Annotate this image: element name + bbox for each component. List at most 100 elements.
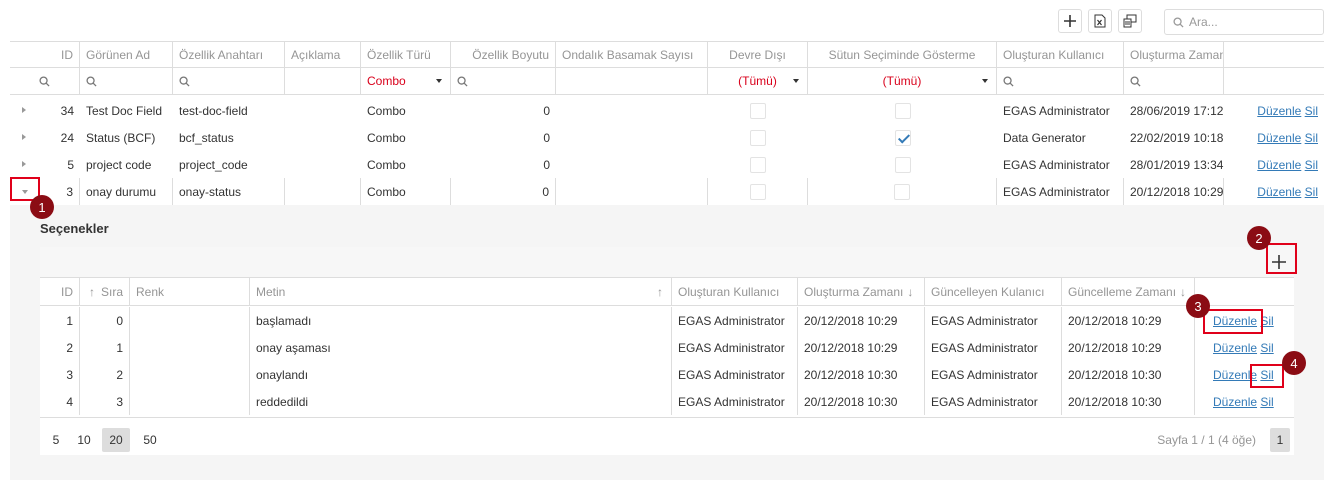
table-row[interactable]: 4 3 reddedildi EGAS Administrator 20/12/… bbox=[40, 388, 1294, 415]
cell-id: 2 bbox=[40, 334, 80, 361]
options-grid: ID ↑ Sıra Renk Metin ↑ Oluşturan Kullanı… bbox=[40, 277, 1294, 455]
filter-created[interactable] bbox=[1124, 68, 1224, 94]
filter-disabled[interactable]: (Tümü) bbox=[708, 68, 808, 94]
delete-link[interactable]: Sil bbox=[1260, 395, 1273, 409]
table-row[interactable]: 5 project code project_code Combo 0 EGAS… bbox=[10, 151, 1324, 178]
table-row[interactable]: 24 Status (BCF) bcf_status Combo 0 Data … bbox=[10, 124, 1324, 151]
col-header-display-name[interactable]: Görünen Ad bbox=[80, 42, 173, 67]
sort-asc-icon: ↑ bbox=[88, 284, 95, 299]
filter-creator[interactable] bbox=[997, 68, 1124, 94]
cell-property-size: 0 bbox=[543, 157, 550, 172]
edit-link[interactable]: Düzenle bbox=[1257, 158, 1301, 172]
delete-link[interactable]: Sil bbox=[1305, 185, 1318, 199]
col-header-order[interactable]: ↑ Sıra bbox=[80, 278, 130, 305]
cell-color bbox=[130, 334, 250, 361]
filter-disabled-value: (Tümü) bbox=[738, 74, 777, 88]
cell-creator: EGAS Administrator bbox=[672, 361, 798, 388]
col-header-hide-in-chooser[interactable]: Sütun Seçiminde Gösterme bbox=[808, 42, 997, 67]
cell-id: 34 bbox=[60, 103, 74, 118]
sort-desc-icon: ↓ bbox=[907, 284, 914, 299]
hide-checkbox bbox=[894, 102, 911, 119]
col-header-disabled[interactable]: Devre Dışı bbox=[708, 42, 808, 67]
edit-link[interactable]: Düzenle bbox=[1257, 131, 1301, 145]
grid-search-box[interactable] bbox=[1164, 9, 1324, 35]
edit-link[interactable]: Düzenle bbox=[1257, 185, 1301, 199]
excel-export-icon bbox=[1094, 14, 1106, 28]
col-header-created[interactable]: Oluşturma Zamanı bbox=[1124, 42, 1224, 67]
filter-display-name[interactable] bbox=[80, 68, 173, 94]
add-row-button[interactable] bbox=[1058, 9, 1082, 33]
cell-decimals bbox=[556, 124, 708, 151]
filter-decimals[interactable] bbox=[556, 68, 708, 94]
cell-actions: Düzenle Sil bbox=[1224, 97, 1324, 124]
filter-property-size[interactable] bbox=[451, 68, 556, 94]
col-header-color[interactable]: Renk bbox=[130, 278, 250, 305]
cell-disabled bbox=[708, 151, 808, 178]
col-header-id[interactable]: ID bbox=[10, 42, 80, 67]
cell-order: 2 bbox=[80, 361, 130, 388]
cell-property-type: Combo bbox=[361, 178, 451, 205]
detail-panel: Seçenekler ID ↑ Sıra Renk Metin ↑ Oluştu… bbox=[10, 205, 1324, 480]
page-size-option[interactable]: 5 bbox=[44, 428, 68, 452]
col-header-updated[interactable]: Güncelleme Zamanı ↓ bbox=[1062, 278, 1195, 305]
filter-id[interactable] bbox=[10, 68, 80, 94]
hide-checkbox bbox=[894, 183, 910, 200]
col-header-property-type[interactable]: Özellik Türü bbox=[361, 42, 451, 67]
grid-filter-row: Combo (Tümü) (Tümü) bbox=[10, 68, 1324, 95]
page-size-option-selected[interactable]: 20 bbox=[102, 428, 130, 452]
filter-hide-in-chooser[interactable]: (Tümü) bbox=[808, 68, 997, 94]
table-row[interactable]: 1 0 başlamadı EGAS Administrator 20/12/2… bbox=[40, 307, 1294, 334]
col-header-creator[interactable]: Oluşturan Kullanıcı bbox=[997, 42, 1124, 67]
col-header-description[interactable]: Açıklama bbox=[285, 42, 361, 67]
page-size-option[interactable]: 50 bbox=[138, 428, 162, 452]
cell-actions: Düzenle Sil bbox=[1224, 178, 1324, 205]
cell-text: reddedildi bbox=[250, 388, 672, 415]
table-row[interactable]: 2 1 onay aşaması EGAS Administrator 20/1… bbox=[40, 334, 1294, 361]
edit-link[interactable]: Düzenle bbox=[1213, 395, 1257, 409]
disabled-checkbox bbox=[750, 156, 766, 173]
cell-property-size: 0 bbox=[451, 178, 556, 205]
col-header-property-key[interactable]: Özellik Anahtarı bbox=[173, 42, 285, 67]
col-header-decimals[interactable]: Ondalık Basamak Sayısı bbox=[556, 42, 708, 67]
cell-created: 28/01/2019 13:34 bbox=[1130, 157, 1224, 172]
column-chooser-icon bbox=[1123, 14, 1137, 28]
table-row[interactable]: 34 Test Doc Field test-doc-field Combo 0… bbox=[10, 97, 1324, 124]
col-header-creator[interactable]: Oluşturan Kullanıcı bbox=[672, 278, 798, 305]
delete-link[interactable]: Sil bbox=[1260, 341, 1273, 355]
filter-hide-value: (Tümü) bbox=[882, 74, 922, 88]
cell-color bbox=[130, 307, 250, 334]
filter-description[interactable] bbox=[285, 68, 361, 94]
table-row-expanded[interactable]: 3 onay durumu onay-status Combo 0 EGAS A… bbox=[10, 178, 1324, 205]
delete-link[interactable]: Sil bbox=[1305, 104, 1318, 118]
edit-link[interactable]: Düzenle bbox=[1257, 104, 1301, 118]
edit-link[interactable]: Düzenle bbox=[1213, 341, 1257, 355]
search-input[interactable] bbox=[1189, 14, 1319, 30]
cell-property-type: Combo bbox=[367, 157, 406, 172]
page-size-option[interactable]: 10 bbox=[72, 428, 96, 452]
column-chooser-button[interactable] bbox=[1118, 9, 1142, 33]
cell-id: 4 bbox=[40, 388, 80, 415]
cell-color bbox=[130, 361, 250, 388]
filter-property-type[interactable]: Combo bbox=[361, 68, 451, 94]
page-number-button[interactable]: 1 bbox=[1270, 428, 1290, 452]
col-header-text[interactable]: Metin ↑ bbox=[250, 278, 672, 305]
table-row[interactable]: 3 2 onaylandı EGAS Administrator 20/12/2… bbox=[40, 361, 1294, 388]
col-header-id[interactable]: ID bbox=[40, 278, 80, 305]
search-icon bbox=[1173, 17, 1184, 28]
delete-link[interactable]: Sil bbox=[1305, 158, 1318, 172]
col-header-created[interactable]: Oluşturma Zamanı ↓ bbox=[798, 278, 925, 305]
cell-decimals bbox=[556, 97, 708, 124]
export-excel-button[interactable] bbox=[1088, 9, 1112, 33]
cell-display-name: Test Doc Field bbox=[86, 103, 163, 118]
search-icon bbox=[86, 75, 97, 87]
cell-display-name: Status (BCF) bbox=[86, 130, 156, 145]
chevron-down-icon bbox=[793, 79, 799, 83]
cell-description bbox=[285, 124, 361, 151]
col-header-property-size[interactable]: Özellik Boyutu bbox=[451, 42, 556, 67]
cell-order: 1 bbox=[80, 334, 130, 361]
delete-link[interactable]: Sil bbox=[1305, 131, 1318, 145]
cell-id: 5 bbox=[67, 157, 74, 172]
grid-header-row: ID Görünen Ad Özellik Anahtarı Açıklama … bbox=[10, 41, 1324, 68]
col-header-updater[interactable]: Güncelleyen Kulanıcı bbox=[925, 278, 1062, 305]
filter-property-key[interactable] bbox=[173, 68, 285, 94]
